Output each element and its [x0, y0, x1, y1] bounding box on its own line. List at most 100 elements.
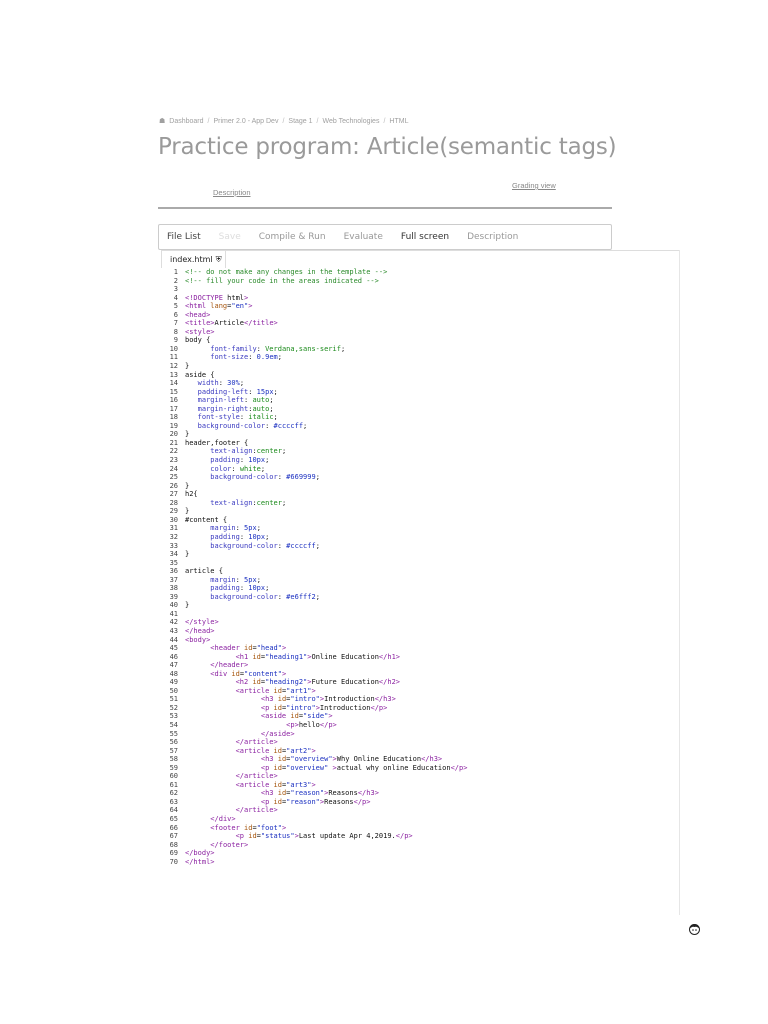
code-line: 47 </header>: [166, 661, 467, 670]
line-number: 23: [169, 456, 178, 465]
evaluate-button[interactable]: Evaluate: [344, 232, 383, 242]
editor-toolbar: File List Save Compile & Run Evaluate Fu…: [158, 224, 612, 250]
code-line: 57 <article id="art2">: [166, 747, 467, 756]
code-text: }: [185, 481, 190, 490]
code-line: 27 h2{: [166, 490, 467, 499]
line-number: 50: [169, 686, 178, 695]
code-editor[interactable]: 1 <!-- do not make any changes in the tem…: [166, 268, 468, 866]
line-number: 44: [169, 635, 178, 644]
line-number: 13: [169, 370, 178, 379]
line-number: 1: [173, 268, 178, 276]
code-text: font-family: Verdana,sans-serif;: [210, 344, 346, 353]
breadcrumb-stage[interactable]: Stage 1: [288, 118, 312, 125]
code-line: 11 font-size: 0.9em;: [166, 353, 467, 362]
file-list-button[interactable]: File List: [167, 232, 201, 242]
line-number: 59: [169, 763, 178, 772]
code-text: <p id="status">Last update Apr 4,2019.</…: [235, 832, 413, 841]
line-number: 61: [169, 780, 178, 789]
code-text: <head>: [185, 310, 211, 319]
line-number: 66: [169, 823, 178, 832]
code-line: 34}: [166, 550, 467, 559]
code-line: 62 <h3 id="reason">Reasons</h3>: [166, 789, 467, 798]
code-text: <body>: [185, 635, 211, 644]
file-tabs: index.html ⛨: [161, 250, 680, 268]
code-line: 55 </aside>: [166, 730, 467, 739]
code-text: </div>: [210, 815, 236, 823]
line-number: 19: [169, 421, 178, 430]
code-text: <article id="art2">: [235, 746, 316, 755]
editor-right-border: [679, 250, 680, 915]
code-text: <aside id="side">: [260, 712, 333, 721]
line-number: 56: [169, 738, 178, 747]
code-text: header,footer {: [185, 438, 249, 447]
line-number: 8: [173, 327, 178, 336]
compile-run-button[interactable]: Compile & Run: [259, 232, 326, 242]
code-line: 3: [166, 285, 467, 294]
line-number: 21: [169, 438, 178, 447]
line-number: 40: [169, 601, 178, 610]
line-number: 31: [169, 524, 178, 533]
code-text: width: 30%;: [197, 379, 245, 388]
code-text: }: [185, 601, 190, 610]
line-number: 35: [169, 558, 178, 567]
code-line: 64 </article>: [166, 806, 467, 815]
code-text: padding: 10px;: [210, 584, 270, 593]
line-number: 47: [169, 661, 178, 670]
code-text: background-color: #ccccff;: [197, 421, 308, 430]
line-number: 60: [169, 772, 178, 781]
divider: [158, 207, 612, 209]
line-number: 12: [169, 362, 178, 371]
line-number: 4: [173, 293, 178, 302]
line-number: 53: [169, 712, 178, 721]
code-text: </html>: [185, 857, 215, 866]
code-text: </style>: [185, 618, 219, 627]
line-number: 3: [173, 285, 178, 294]
code-line: 10 font-family: Verdana,sans-serif;: [166, 345, 467, 354]
breadcrumb-html[interactable]: HTML: [389, 118, 408, 125]
code-line: 40}: [166, 601, 467, 610]
line-number: 24: [169, 464, 178, 473]
description-button[interactable]: Description: [467, 232, 518, 242]
code-text: h2{: [185, 490, 198, 499]
code-line: 13 aside {: [166, 371, 467, 380]
code-line: 68 </footer>: [166, 841, 467, 850]
code-text: margin: 5px;: [210, 575, 261, 584]
code-line: 42 </style>: [166, 618, 467, 627]
code-text: font-size: 0.9em;: [210, 353, 282, 362]
code-line: 52 <p id="intro">Introduction</p>: [166, 704, 467, 713]
code-line: 23 padding: 10px;: [166, 456, 467, 465]
code-text: <h3 id="overview">Why Online Education</…: [260, 755, 443, 764]
line-number: 51: [169, 695, 178, 704]
page-title: Practice program: Article(semantic tags): [158, 134, 617, 160]
code-line: 35: [166, 559, 467, 568]
breadcrumb-web-tech[interactable]: Web Technologies: [323, 118, 380, 125]
code-text: </article>: [235, 806, 278, 815]
save-button[interactable]: Save: [219, 232, 241, 242]
code-text: <style>: [185, 327, 215, 336]
code-line: 50 <article id="art1">: [166, 687, 467, 696]
code-text: <!-- fill your code in the areas indicat…: [185, 276, 379, 285]
line-number: 63: [169, 797, 178, 806]
code-text: margin-right:auto;: [197, 404, 274, 413]
code-line: 66 <footer id="foot">: [166, 824, 467, 833]
avatar-icon[interactable]: [688, 923, 701, 935]
line-number: 7: [173, 319, 178, 328]
code-text: <p id="reason">Reasons</p>: [260, 797, 371, 806]
code-line: 46 <h1 id="heading1">Online Education</h…: [166, 653, 467, 662]
line-number: 36: [169, 567, 178, 576]
code-line: 29}: [166, 507, 467, 516]
file-tab-index[interactable]: index.html ⛨: [162, 251, 226, 268]
grading-view-link[interactable]: Grading view: [512, 181, 556, 190]
breadcrumb-primer[interactable]: Primer 2.0 - App Dev: [213, 118, 278, 125]
code-text: text-align:center;: [210, 447, 287, 456]
code-line: 67 <p id="status">Last update Apr 4,2019…: [166, 832, 467, 841]
description-link[interactable]: Description: [213, 188, 251, 197]
code-text: <p id="intro">Introduction</p>: [260, 703, 388, 712]
code-text: </article>: [235, 738, 278, 747]
code-text: background-color: #669999;: [210, 473, 320, 482]
code-line: 49 <h2 id="heading2">Future Education</h…: [166, 678, 467, 687]
full-screen-button[interactable]: Full screen: [401, 232, 449, 242]
breadcrumb-dashboard[interactable]: Dashboard: [169, 118, 203, 125]
code-line: 63 <p id="reason">Reasons</p>: [166, 798, 467, 807]
code-line: 25 background-color: #669999;: [166, 473, 467, 482]
